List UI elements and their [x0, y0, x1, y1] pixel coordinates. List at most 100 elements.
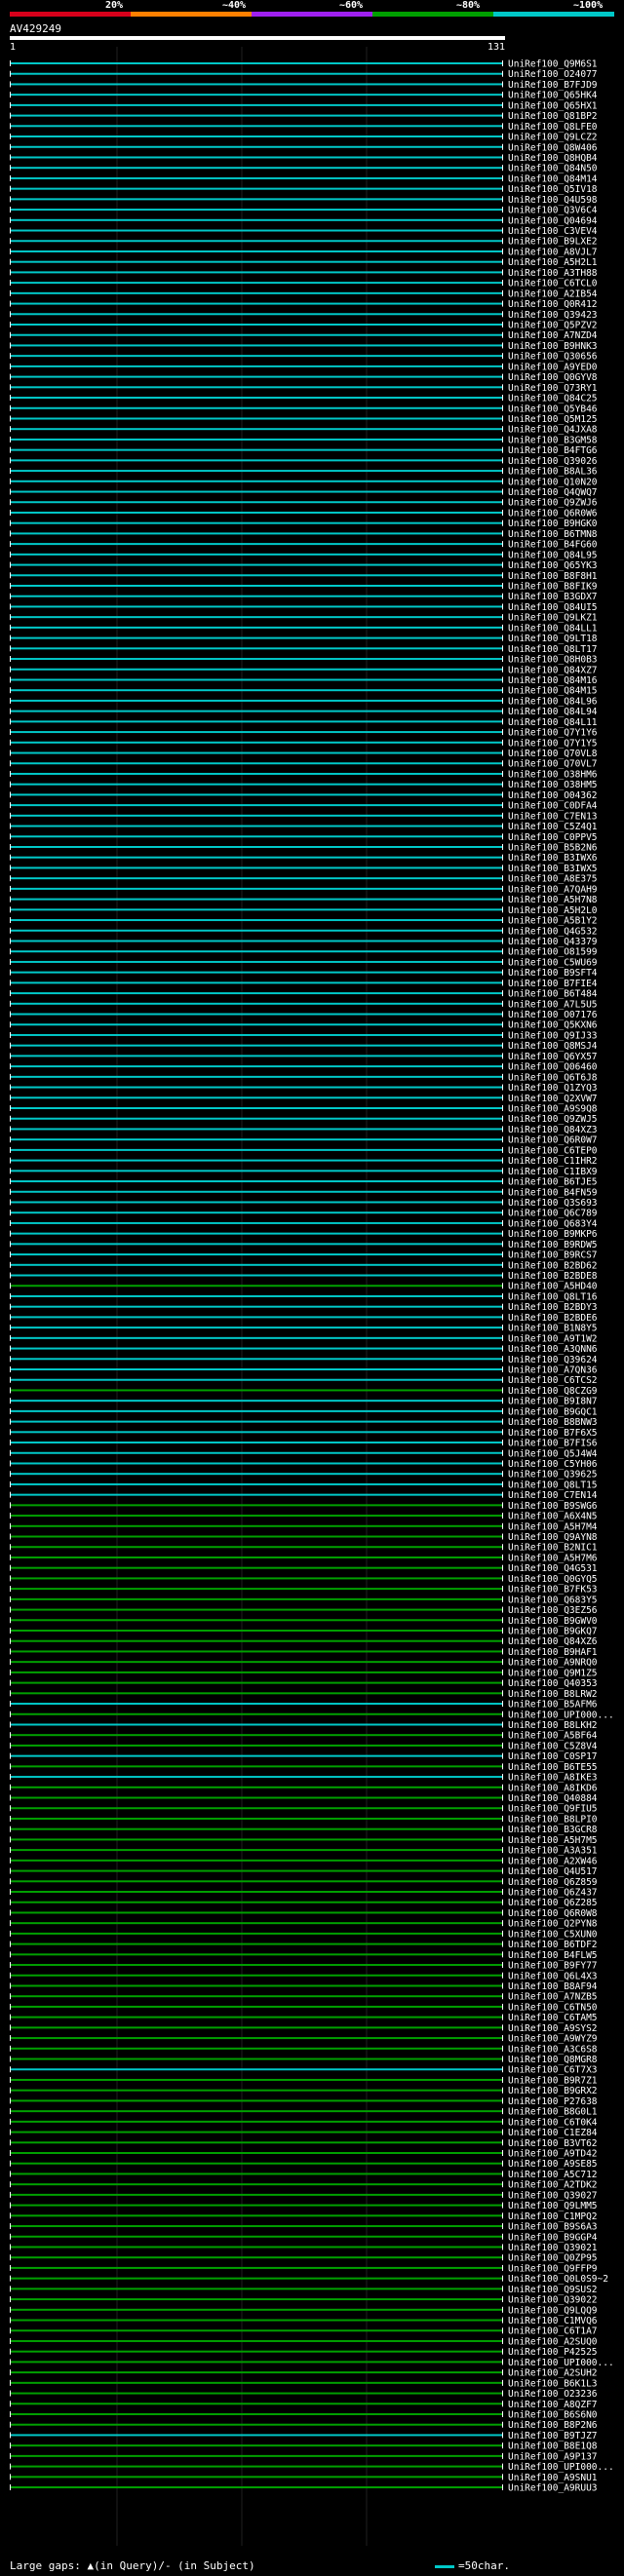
hit-bar[interactable] [10, 1294, 503, 1297]
hit-bar[interactable] [10, 1253, 503, 1256]
hit-bar[interactable] [10, 156, 503, 159]
hit-label[interactable]: UniRef100_C6TCL0 [508, 279, 598, 289]
hit-row[interactable]: UniRef100_A8IKD6 [10, 1783, 598, 1793]
hit-bar[interactable] [10, 2288, 503, 2290]
hit-row[interactable]: UniRef100_Q43379 [10, 937, 598, 947]
hit-row[interactable]: UniRef100_B9SFT4 [10, 968, 598, 979]
hit-row[interactable]: UniRef100_C5XUN0 [10, 1929, 598, 1940]
hit-bar[interactable] [10, 1400, 503, 1403]
hit-label[interactable]: UniRef100_Q8LT17 [508, 644, 598, 655]
hit-row[interactable]: UniRef100_B7F6X5 [10, 1428, 598, 1439]
hit-label[interactable]: UniRef100_C5XUN0 [508, 1929, 598, 1940]
hit-label[interactable]: UniRef100_Q0GYV8 [508, 372, 598, 383]
hit-label[interactable]: UniRef100_Q39423 [508, 310, 598, 321]
hit-bar[interactable] [10, 1619, 503, 1622]
hit-row[interactable]: UniRef100_Q84C25 [10, 394, 598, 404]
hit-label[interactable]: UniRef100_A2XW46 [508, 1856, 598, 1866]
hit-bar[interactable] [10, 585, 503, 587]
hit-row[interactable]: UniRef100_Q84XZ3 [10, 1125, 598, 1135]
hit-row[interactable]: UniRef100_A5H7M5 [10, 1835, 598, 1846]
hit-row[interactable]: UniRef100_Q8CZG9 [10, 1386, 598, 1397]
hit-label[interactable]: UniRef100_Q65HK4 [508, 91, 598, 101]
hit-label[interactable]: UniRef100_A8IKE3 [508, 1773, 598, 1784]
hit-row[interactable]: UniRef100_Q6YX57 [10, 1052, 598, 1062]
hit-label[interactable]: UniRef100_Q9M1Z5 [508, 1668, 598, 1678]
hit-row[interactable]: UniRef100_Q0L0S9~2 [10, 2274, 608, 2285]
hit-bar[interactable] [10, 355, 503, 358]
hit-label[interactable]: UniRef100_B9I8N7 [508, 1397, 598, 1407]
hit-row[interactable]: UniRef100_Q0ZP95 [10, 2253, 598, 2264]
hit-row[interactable]: UniRef100_Q84L95 [10, 550, 598, 560]
hit-row[interactable]: UniRef100_C6TAM5 [10, 2013, 598, 2023]
hit-bar[interactable] [10, 62, 503, 64]
hit-label[interactable]: UniRef100_Q84C25 [508, 394, 598, 404]
hit-label[interactable]: UniRef100_B8E1Q8 [508, 2441, 598, 2452]
hit-row[interactable]: UniRef100_A5HD40 [10, 1282, 598, 1292]
hit-label[interactable]: UniRef100_C5WU69 [508, 957, 598, 968]
hit-label[interactable]: UniRef100_Q73RY1 [508, 383, 598, 394]
hit-bar[interactable] [10, 1838, 503, 1841]
hit-row[interactable]: UniRef100_O38HM6 [10, 769, 598, 780]
hit-label[interactable]: UniRef100_Q81BP2 [508, 111, 598, 122]
hit-label[interactable]: UniRef100_Q4QWQ7 [508, 487, 598, 498]
hit-row[interactable]: UniRef100_Q39021 [10, 2243, 598, 2253]
hit-label[interactable]: UniRef100_B3GCR8 [508, 1825, 598, 1835]
hit-label[interactable]: UniRef100_B3GM58 [508, 435, 598, 445]
hit-row[interactable]: UniRef100_Q9FIU5 [10, 1804, 598, 1815]
hit-bar[interactable] [10, 83, 503, 86]
hit-row[interactable]: UniRef100_A5BF64 [10, 1731, 598, 1742]
hit-bar[interactable] [10, 1535, 503, 1538]
hit-row[interactable]: UniRef100_A9TD42 [10, 2149, 598, 2160]
hit-bar[interactable] [10, 1807, 503, 1810]
hit-label[interactable]: UniRef100_B3GDX7 [508, 592, 598, 602]
hit-row[interactable]: UniRef100_C1IBX9 [10, 1167, 598, 1177]
hit-bar[interactable] [10, 2413, 503, 2415]
hit-row[interactable]: UniRef100_A8IKE3 [10, 1773, 598, 1784]
hit-row[interactable]: UniRef100_A7L5U5 [10, 999, 598, 1010]
hit-bar[interactable] [10, 1211, 503, 1214]
hit-bar[interactable] [10, 574, 503, 577]
hit-row[interactable]: UniRef100_A8VJL7 [10, 247, 598, 257]
hit-row[interactable]: UniRef100_B8FIK9 [10, 582, 598, 593]
hit-bar[interactable] [10, 114, 503, 117]
hit-label[interactable]: UniRef100_C1MPQ2 [508, 2211, 598, 2222]
hit-bar[interactable] [10, 1953, 503, 1956]
hit-row[interactable]: UniRef100_B4FG60 [10, 540, 598, 551]
hit-bar[interactable] [10, 397, 503, 400]
hit-row[interactable]: UniRef100_C5WU69 [10, 957, 598, 968]
hit-bar[interactable] [10, 1608, 503, 1611]
hit-bar[interactable] [10, 176, 503, 179]
hit-label[interactable]: UniRef100_UPI000... [508, 2462, 614, 2473]
hit-bar[interactable] [10, 2172, 503, 2175]
hit-label[interactable]: UniRef100_B8LRW2 [508, 1689, 598, 1700]
hit-bar[interactable] [10, 1723, 503, 1726]
hit-row[interactable]: UniRef100_Q5KXN6 [10, 1020, 598, 1031]
hit-row[interactable]: UniRef100_Q0R412 [10, 299, 598, 310]
hit-label[interactable]: UniRef100_A3A351 [508, 1846, 598, 1857]
hit-bar[interactable] [10, 438, 503, 441]
hit-label[interactable]: UniRef100_A6X4N5 [508, 1512, 598, 1522]
hit-label[interactable]: UniRef100_B6S6N0 [508, 2410, 598, 2421]
hit-label[interactable]: UniRef100_B8AL36 [508, 467, 598, 478]
hit-label[interactable]: UniRef100_Q3EZ56 [508, 1605, 598, 1616]
hit-row[interactable]: UniRef100_B2BDY3 [10, 1302, 598, 1313]
hit-row[interactable]: UniRef100_A2SUQ0 [10, 2336, 598, 2347]
hit-row[interactable]: UniRef100_C3VEV4 [10, 226, 598, 237]
hit-bar[interactable] [10, 2308, 503, 2311]
hit-label[interactable]: UniRef100_B2BDE6 [508, 1313, 598, 1324]
hit-label[interactable]: UniRef100_A8IKD6 [508, 1783, 598, 1793]
hit-row[interactable]: UniRef100_C0SP17 [10, 1751, 598, 1762]
hit-bar[interactable] [10, 1221, 503, 1224]
hit-label[interactable]: UniRef100_Q5J4W4 [508, 1448, 598, 1459]
hit-row[interactable]: UniRef100_B8LRW2 [10, 1689, 598, 1700]
hit-row[interactable]: UniRef100_B7FJD9 [10, 80, 598, 91]
hit-bar[interactable] [10, 2403, 503, 2405]
hit-row[interactable]: UniRef100_C6T1A7 [10, 2326, 598, 2337]
hit-label[interactable]: UniRef100_Q6L4X3 [508, 1971, 598, 1981]
hit-label[interactable]: UniRef100_Q4G531 [508, 1563, 598, 1574]
hit-label[interactable]: UniRef100_Q65YK3 [508, 560, 598, 571]
hit-row[interactable]: UniRef100_O81599 [10, 947, 598, 958]
hit-label[interactable]: UniRef100_Q6Z859 [508, 1877, 598, 1888]
hit-bar[interactable] [10, 825, 503, 827]
hit-label[interactable]: UniRef100_B7FIE4 [508, 979, 598, 989]
